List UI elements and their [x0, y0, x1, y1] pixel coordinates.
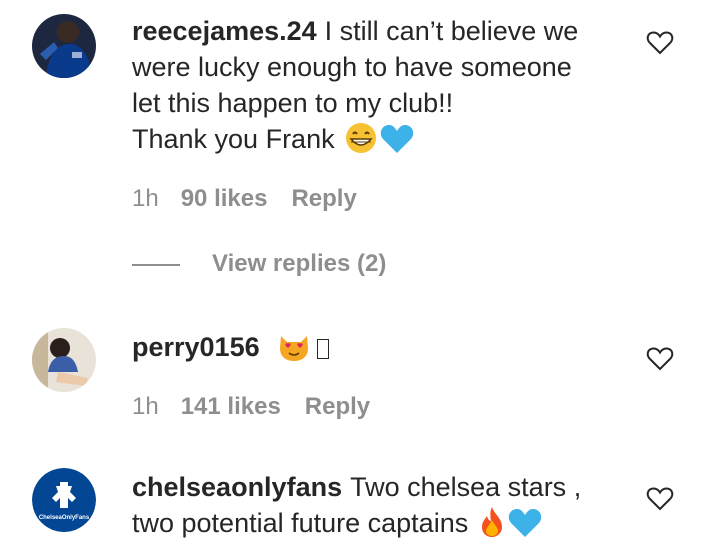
comment-text-line: I still can’t believe we [324, 16, 579, 46]
likes-count[interactable]: 141 likes [181, 392, 281, 422]
comment-text-line: let this happen to my club!! [132, 88, 454, 118]
view-replies-button[interactable]: View replies (2) [132, 250, 386, 278]
avatar-perry0156[interactable] [32, 328, 96, 392]
view-replies-line [132, 263, 180, 266]
like-heart-icon[interactable] [646, 486, 674, 512]
blue-heart-emoji [508, 508, 542, 547]
view-replies-label: View replies (2) [212, 250, 387, 277]
avatar-reecejames[interactable] [32, 14, 96, 78]
comment-time: 1h [132, 393, 159, 420]
missing-glyph [317, 339, 330, 359]
like-heart-icon[interactable] [646, 346, 674, 372]
comment-1: reecejames.24 I still can’t believe we we… [0, 0, 720, 290]
reply-button[interactable]: Reply [305, 392, 370, 422]
avatar-text: ChelseaOnlyFans [39, 515, 90, 521]
likes-count[interactable]: 90 likes [181, 184, 268, 214]
comment-text-line: were lucky enough to have someone [132, 52, 572, 82]
comment-text: reecejames.24 I still can’t believe we we… [132, 13, 612, 163]
comment-username[interactable]: perry0156 [132, 332, 260, 362]
fire-emoji [478, 506, 506, 547]
comment-username[interactable]: reecejames.24 [132, 16, 317, 46]
comment-text: chelseaonlyfans Two chelsea stars , two p… [132, 469, 612, 547]
like-heart-icon[interactable] [646, 30, 674, 56]
comment-time: 1h [132, 185, 159, 212]
reply-button[interactable]: Reply [291, 184, 356, 214]
heart-eyes-cat-emoji [277, 332, 311, 371]
comment-text-line: Thank you Frank [132, 124, 335, 154]
comment-meta: 1h 90 likes Reply [132, 184, 357, 214]
comment-username[interactable]: chelseaonlyfans [132, 472, 342, 502]
blue-heart-emoji [380, 124, 414, 163]
comment-meta: 1h 141 likes Reply [132, 392, 370, 422]
comment-text: perry0156 [132, 329, 612, 371]
comment-text-line: Two chelsea stars , [350, 472, 582, 502]
avatar-chelseaonlyfans[interactable]: ChelseaOnlyFans [32, 468, 96, 532]
comment-text-line: two potential future captains [132, 508, 469, 538]
grinning-face-emoji [344, 122, 378, 163]
